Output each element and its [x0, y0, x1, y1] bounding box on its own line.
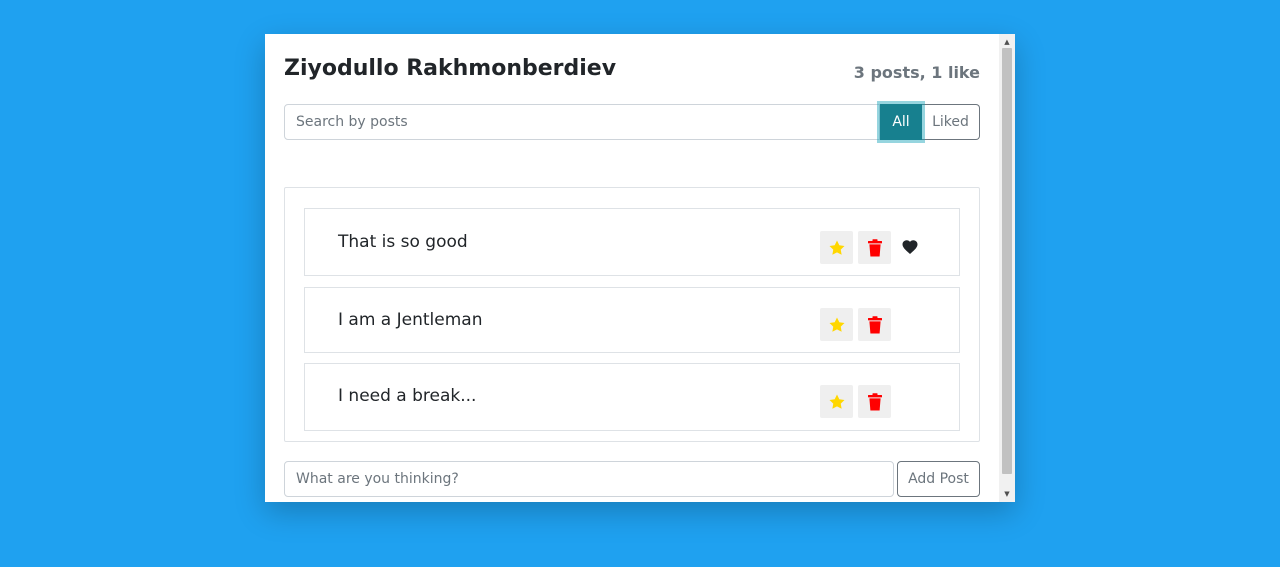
- post-item: I need a break...: [304, 363, 960, 431]
- post-text: That is so good: [338, 232, 468, 252]
- vertical-scrollbar[interactable]: ▲ ▼: [999, 34, 1015, 502]
- star-icon: [829, 317, 844, 332]
- header: Ziyodullo Rakhmonberdiev 3 posts, 1 like: [284, 54, 980, 88]
- post-item: That is so good: [304, 208, 960, 276]
- post-stats: 3 posts, 1 like: [853, 63, 980, 82]
- search-input[interactable]: [284, 104, 880, 140]
- delete-button[interactable]: [858, 231, 891, 264]
- filter-liked-button[interactable]: Liked: [922, 104, 980, 140]
- arrow-up-icon[interactable]: ▲: [999, 36, 1015, 48]
- post-item: I am a Jentleman: [304, 287, 960, 353]
- arrow-down-icon[interactable]: ▼: [999, 488, 1015, 500]
- star-icon: [829, 394, 844, 409]
- favorite-button[interactable]: [820, 308, 853, 341]
- page-title: Ziyodullo Rakhmonberdiev: [284, 56, 617, 81]
- post-list: That is so good I am a Jentleman I need …: [284, 187, 980, 442]
- post-composer: Add Post: [284, 461, 980, 497]
- post-text: I need a break...: [338, 386, 477, 406]
- heart-icon: [901, 238, 919, 256]
- new-post-input[interactable]: [284, 461, 894, 497]
- post-text: I am a Jentleman: [338, 310, 483, 330]
- favorite-button[interactable]: [820, 385, 853, 418]
- favorite-button[interactable]: [820, 231, 853, 264]
- scroll-thumb[interactable]: [1002, 48, 1012, 474]
- delete-button[interactable]: [858, 308, 891, 341]
- delete-button[interactable]: [858, 385, 891, 418]
- filter-all-button[interactable]: All: [880, 104, 922, 140]
- app-window: Ziyodullo Rakhmonberdiev 3 posts, 1 like…: [265, 34, 1015, 502]
- star-icon: [829, 240, 844, 255]
- trash-icon: [867, 238, 882, 256]
- trash-icon: [867, 392, 882, 410]
- add-post-button[interactable]: Add Post: [897, 461, 980, 497]
- trash-icon: [867, 315, 882, 333]
- search-bar: All Liked: [284, 104, 980, 140]
